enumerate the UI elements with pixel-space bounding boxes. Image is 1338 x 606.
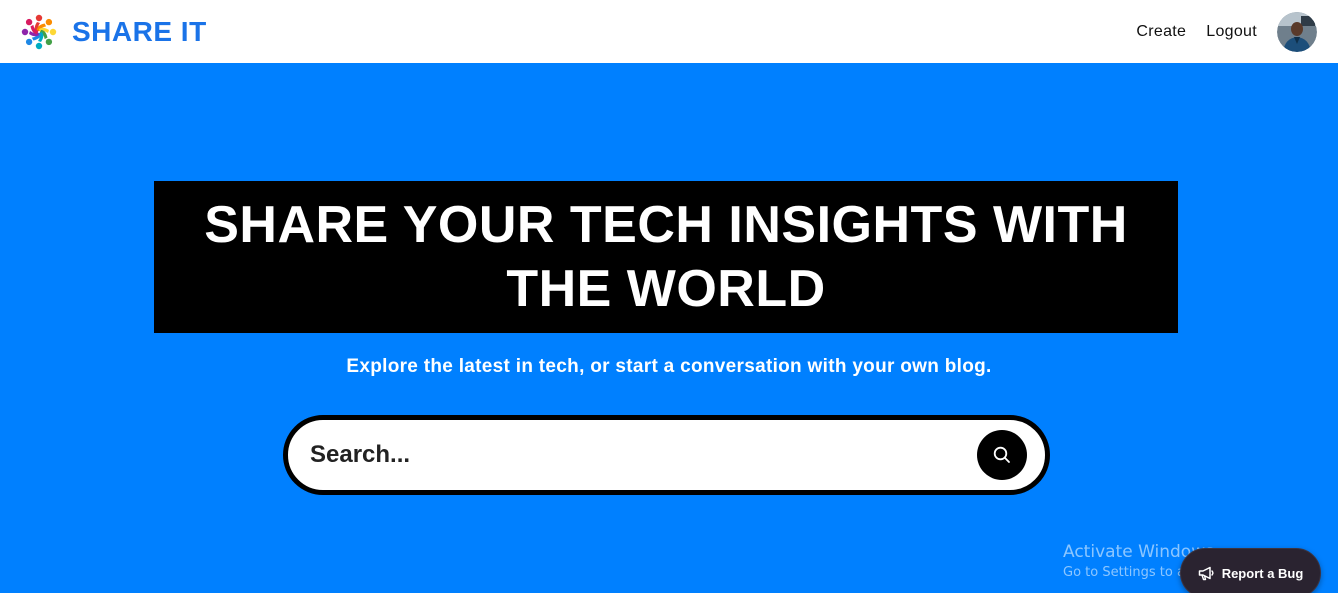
user-avatar[interactable] (1277, 11, 1317, 52)
top-navbar: SHARE IT Create Logout (0, 0, 1338, 63)
main-nav: Create Logout (1136, 11, 1320, 52)
logo-icon (21, 14, 57, 49)
search-input[interactable] (308, 430, 977, 480)
megaphone-icon (1198, 566, 1214, 580)
search-bar (283, 415, 1050, 495)
search-button[interactable] (977, 430, 1027, 480)
brand-name: SHARE IT (72, 15, 207, 47)
hero-headline: SHARE YOUR TECH INSIGHTS WITH THE WORLD (204, 196, 1128, 318)
headline-box: SHARE YOUR TECH INSIGHTS WITH THE WORLD (154, 181, 1178, 333)
brand-link[interactable]: SHARE IT (18, 11, 207, 53)
page-bottom-strip (0, 593, 1338, 606)
report-bug-button[interactable]: Report a Bug (1180, 548, 1321, 598)
hero-subtitle: Explore the latest in tech, or start a c… (346, 356, 992, 377)
search-icon (993, 446, 1010, 463)
nav-create-link[interactable]: Create (1136, 23, 1186, 41)
nav-logout-link[interactable]: Logout (1206, 23, 1257, 41)
hero-section: SHARE YOUR TECH INSIGHTS WITH THE WORLD … (0, 63, 1338, 593)
report-bug-label: Report a Bug (1221, 565, 1304, 581)
